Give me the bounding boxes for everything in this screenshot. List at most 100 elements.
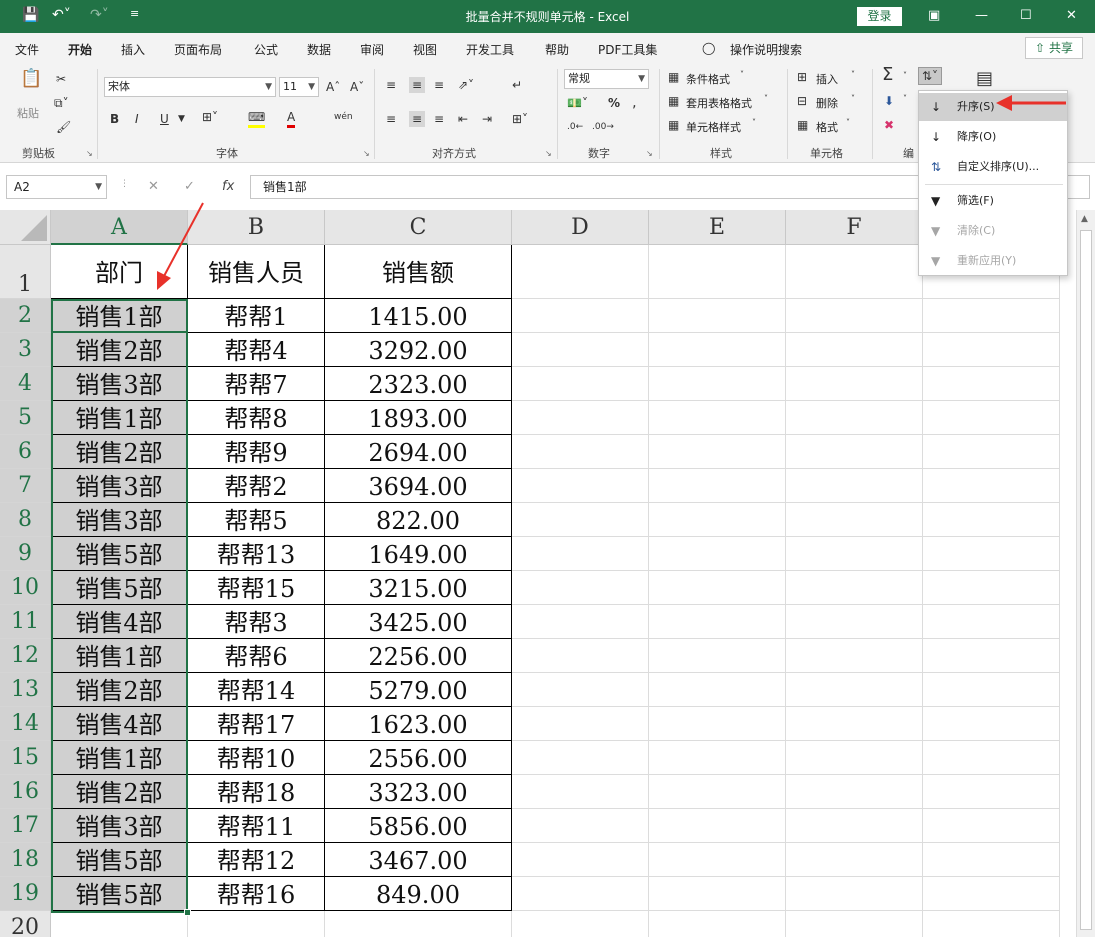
empty-cell[interactable] xyxy=(786,367,923,401)
empty-cell[interactable] xyxy=(649,639,786,673)
orientation-icon[interactable]: ⇗˅ xyxy=(458,77,474,93)
copy-icon[interactable]: ⧉˅ xyxy=(54,95,69,111)
number-launcher-icon[interactable]: ↘ xyxy=(646,149,653,158)
row-header[interactable]: 9 xyxy=(0,537,51,571)
font-name-select[interactable]: 宋体 ▼ xyxy=(104,77,276,97)
data-cell[interactable]: 2694.00 xyxy=(325,435,512,469)
row-header[interactable]: 7 xyxy=(0,469,51,503)
percent-button[interactable]: % xyxy=(608,95,620,111)
data-cell[interactable]: 帮帮16 xyxy=(188,877,325,911)
empty-cell[interactable] xyxy=(512,245,649,299)
empty-cell[interactable] xyxy=(786,741,923,775)
cell-styles-button[interactable]: 单元格样式 xyxy=(686,119,741,135)
empty-cell[interactable] xyxy=(923,299,1060,333)
empty-cell[interactable] xyxy=(786,571,923,605)
paste-label[interactable]: 粘贴 xyxy=(17,105,39,121)
format-table-icon[interactable]: ▦ xyxy=(668,93,679,109)
tab-data[interactable]: 数据 xyxy=(307,41,331,58)
data-cell[interactable]: 销售5部 xyxy=(51,537,188,571)
data-cell[interactable]: 销售5部 xyxy=(51,877,188,911)
empty-cell[interactable] xyxy=(188,911,325,937)
filter-item[interactable]: ▼ 筛选(F) xyxy=(919,187,1067,215)
row-header[interactable]: 18 xyxy=(0,843,51,877)
column-header-f[interactable]: F xyxy=(786,210,923,245)
ribbon-display-icon[interactable]: ▣ xyxy=(928,8,940,23)
empty-cell[interactable] xyxy=(512,605,649,639)
tab-home[interactable]: 开始 xyxy=(68,41,93,66)
decrease-font-icon[interactable]: Aˇ xyxy=(350,79,364,95)
data-cell[interactable]: 销售2部 xyxy=(51,435,188,469)
empty-cell[interactable] xyxy=(923,775,1060,809)
data-cell[interactable]: 销售2部 xyxy=(51,673,188,707)
maximize-icon[interactable]: ☐ xyxy=(1020,8,1032,23)
empty-cell[interactable] xyxy=(923,673,1060,707)
data-cell[interactable]: 销售4部 xyxy=(51,707,188,741)
clipboard-launcher-icon[interactable]: ↘ xyxy=(86,149,93,158)
empty-cell[interactable] xyxy=(786,537,923,571)
row-header[interactable]: 11 xyxy=(0,605,51,639)
login-button[interactable]: 登录 xyxy=(857,7,902,26)
find-select-icon[interactable]: ▤ xyxy=(976,70,993,88)
empty-cell[interactable] xyxy=(512,911,649,937)
font-size-select[interactable]: 11 ▼ xyxy=(279,77,319,97)
empty-cell[interactable] xyxy=(923,469,1060,503)
italic-button[interactable]: I xyxy=(135,111,139,127)
empty-cell[interactable] xyxy=(923,843,1060,877)
data-cell[interactable]: 帮帮5 xyxy=(188,503,325,537)
data-cell[interactable]: 帮帮14 xyxy=(188,673,325,707)
tab-page-layout[interactable]: 页面布局 xyxy=(174,41,222,58)
empty-cell[interactable] xyxy=(512,673,649,707)
tab-insert[interactable]: 插入 xyxy=(121,41,145,58)
data-cell[interactable]: 销售1部 xyxy=(51,401,188,435)
empty-cell[interactable] xyxy=(786,877,923,911)
data-cell[interactable]: 销售5部 xyxy=(51,843,188,877)
data-cell[interactable]: 销售3部 xyxy=(51,809,188,843)
empty-cell[interactable] xyxy=(923,503,1060,537)
data-cell[interactable]: 销售3部 xyxy=(51,503,188,537)
decrease-decimal-icon[interactable]: .00→ xyxy=(592,119,614,135)
custom-sort-item[interactable]: ⇅ 自定义排序(U)... xyxy=(919,153,1067,181)
vertical-scrollbar[interactable]: ▲ xyxy=(1076,210,1095,937)
data-cell[interactable]: 销售3部 xyxy=(51,469,188,503)
empty-cell[interactable] xyxy=(649,809,786,843)
empty-cell[interactable] xyxy=(786,245,923,299)
empty-cell[interactable] xyxy=(512,435,649,469)
redo-icon[interactable]: ↷˅ xyxy=(90,7,109,23)
data-cell[interactable]: 销售1部 xyxy=(51,299,188,333)
empty-cell[interactable] xyxy=(649,503,786,537)
empty-cell[interactable] xyxy=(786,503,923,537)
data-cell[interactable]: 帮帮17 xyxy=(188,707,325,741)
autosum-icon[interactable]: Σ xyxy=(882,66,893,84)
row-header[interactable]: 12 xyxy=(0,639,51,673)
row-header[interactable]: 10 xyxy=(0,571,51,605)
increase-decimal-icon[interactable]: .0← xyxy=(567,119,583,135)
sort-descending-item[interactable]: ↓ 降序(O) xyxy=(919,123,1067,151)
column-header-c[interactable]: C xyxy=(325,210,512,245)
currency-icon[interactable]: 💵˅ xyxy=(567,95,588,111)
empty-cell[interactable] xyxy=(512,877,649,911)
font-color-icon[interactable]: A xyxy=(287,109,296,128)
empty-cell[interactable] xyxy=(649,877,786,911)
row-header[interactable]: 15 xyxy=(0,741,51,775)
data-cell[interactable]: 5856.00 xyxy=(325,809,512,843)
data-cell[interactable]: 5279.00 xyxy=(325,673,512,707)
clear-eraser-icon[interactable]: ✖ xyxy=(884,117,894,133)
delete-cells-icon[interactable]: ⊟ xyxy=(797,93,807,109)
empty-cell[interactable] xyxy=(649,741,786,775)
empty-cell[interactable] xyxy=(923,537,1060,571)
empty-cell[interactable] xyxy=(923,707,1060,741)
data-cell[interactable]: 822.00 xyxy=(325,503,512,537)
empty-cell[interactable] xyxy=(649,367,786,401)
empty-cell[interactable] xyxy=(512,503,649,537)
data-cell[interactable]: 销售3部 xyxy=(51,367,188,401)
close-icon[interactable]: ✕ xyxy=(1066,8,1077,23)
empty-cell[interactable] xyxy=(649,537,786,571)
empty-cell[interactable] xyxy=(786,333,923,367)
empty-cell[interactable] xyxy=(649,245,786,299)
empty-cell[interactable] xyxy=(649,435,786,469)
row-header[interactable]: 19 xyxy=(0,877,51,911)
empty-cell[interactable] xyxy=(512,843,649,877)
insert-cells-button[interactable]: 插入 xyxy=(816,71,838,87)
share-button[interactable]: ⇧ 共享 xyxy=(1025,37,1083,59)
empty-cell[interactable] xyxy=(325,911,512,937)
